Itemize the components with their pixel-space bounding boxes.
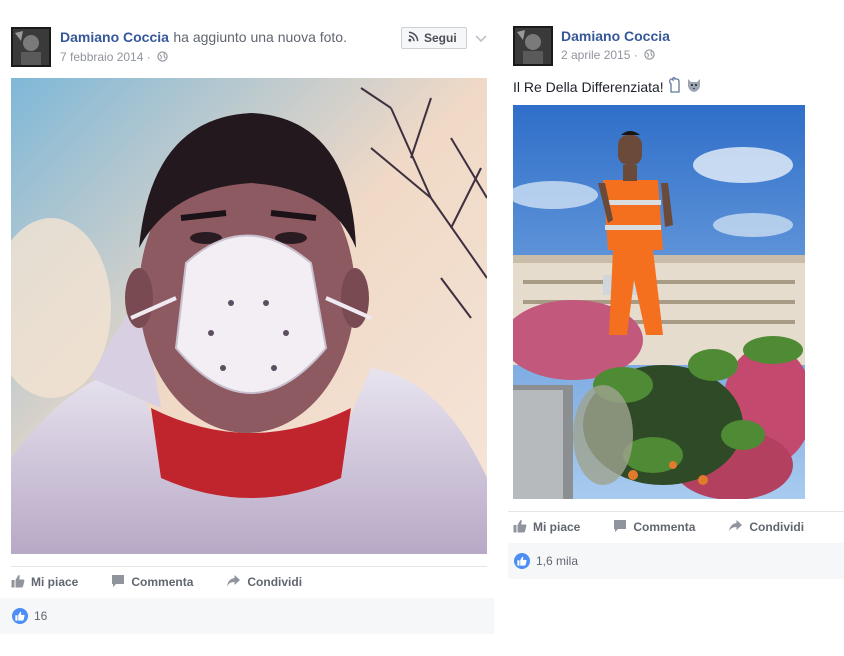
share-arrow-icon bbox=[728, 519, 743, 536]
post-photo[interactable] bbox=[513, 105, 805, 499]
post-header: Damiano Coccia ha aggiunto una nuova fot… bbox=[60, 29, 347, 47]
globe-icon bbox=[644, 49, 655, 63]
author-name[interactable]: Damiano Coccia bbox=[60, 29, 169, 45]
share-label: Condividi bbox=[247, 575, 303, 589]
divider bbox=[508, 511, 844, 512]
avatar[interactable] bbox=[513, 26, 553, 66]
post-photo[interactable] bbox=[11, 78, 487, 554]
like-button[interactable]: Mi piace bbox=[513, 519, 580, 536]
wolf-emoji-icon bbox=[686, 77, 702, 96]
chevron-down-icon[interactable] bbox=[475, 30, 487, 48]
thumbs-up-icon bbox=[513, 519, 527, 536]
post-card-1: Damiano Coccia ha aggiunto una nuova fot… bbox=[0, 0, 494, 656]
like-label: Mi piace bbox=[533, 520, 581, 534]
like-reaction-icon bbox=[12, 608, 28, 624]
likes-count: 16 bbox=[34, 609, 48, 623]
share-button[interactable]: Condividi bbox=[728, 519, 804, 536]
like-reaction-icon bbox=[514, 553, 530, 569]
share-button[interactable]: Condividi bbox=[226, 574, 302, 591]
comment-icon bbox=[613, 519, 627, 536]
share-label: Condividi bbox=[749, 520, 805, 534]
post-meta: 2 aprile 2015 · bbox=[561, 48, 655, 63]
like-label: Mi piace bbox=[31, 575, 79, 589]
globe-icon bbox=[157, 51, 168, 65]
rss-icon bbox=[408, 31, 419, 45]
author-name[interactable]: Damiano Coccia bbox=[561, 28, 670, 44]
share-arrow-icon bbox=[226, 574, 241, 591]
post-action-text: ha aggiunto una nuova foto. bbox=[173, 29, 347, 45]
post-meta: 7 febbraio 2014 · bbox=[60, 50, 168, 65]
divider bbox=[11, 566, 487, 567]
post-header: Damiano Coccia bbox=[561, 28, 670, 46]
follow-button[interactable]: Segui bbox=[401, 27, 467, 49]
post-actions: Mi piace Commenta Condividi bbox=[513, 518, 804, 536]
glove-emoji-icon bbox=[668, 77, 682, 96]
comment-button[interactable]: Commenta bbox=[111, 574, 193, 591]
thumbs-up-icon bbox=[11, 574, 25, 591]
comment-label: Commenta bbox=[131, 575, 194, 589]
caption-text: Il Re Della Differenziata! bbox=[513, 78, 664, 95]
comment-label: Commenta bbox=[633, 520, 696, 534]
likes-count: 1,6 mila bbox=[536, 554, 579, 568]
likes-summary[interactable]: 16 bbox=[0, 598, 494, 634]
comment-icon bbox=[111, 574, 125, 591]
likes-summary[interactable]: 1,6 mila bbox=[508, 543, 844, 579]
post-actions: Mi piace Commenta Condividi bbox=[11, 573, 302, 591]
follow-label: Segui bbox=[424, 31, 457, 45]
avatar[interactable] bbox=[11, 27, 51, 67]
post-date[interactable]: 2 aprile 2015 bbox=[561, 48, 630, 62]
post-caption: Il Re Della Differenziata! bbox=[513, 77, 702, 96]
post-date[interactable]: 7 febbraio 2014 bbox=[60, 50, 143, 64]
post-card-2: Damiano Coccia 2 aprile 2015 · Il Re Del… bbox=[508, 0, 844, 590]
like-button[interactable]: Mi piace bbox=[11, 574, 78, 591]
comment-button[interactable]: Commenta bbox=[613, 519, 695, 536]
